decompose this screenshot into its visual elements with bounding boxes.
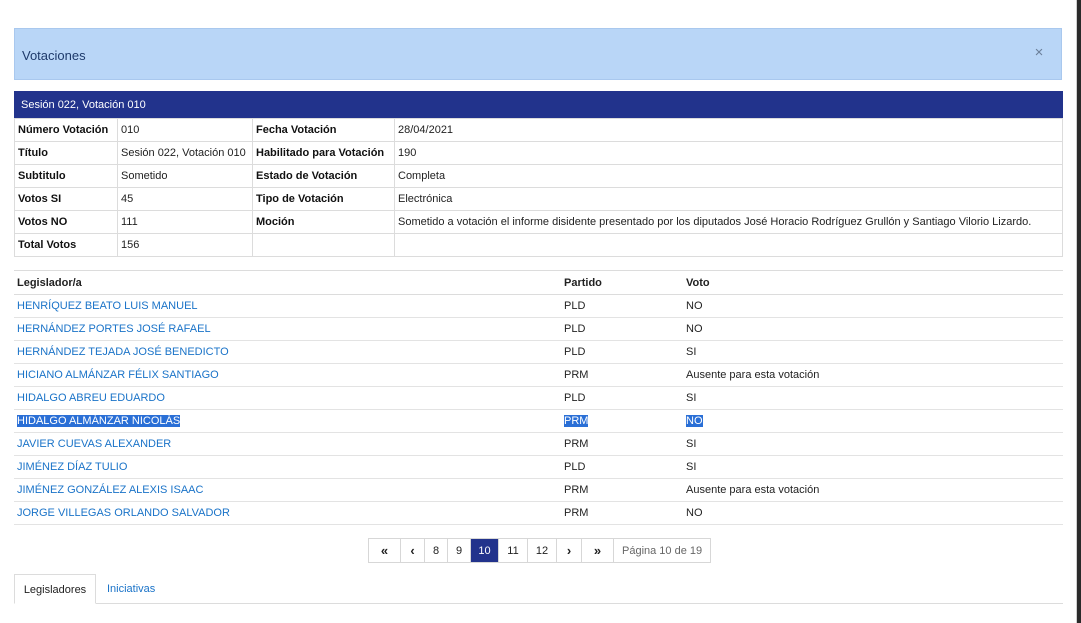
vote-cell: Ausente para esta votación xyxy=(683,478,1063,502)
legislator-link[interactable]: JORGE VILLEGAS ORLANDO SALVADOR xyxy=(17,507,230,519)
party-cell: PRM xyxy=(561,478,683,502)
vote-cell: NO xyxy=(686,415,703,427)
detail-value: 156 xyxy=(117,233,253,257)
vote-cell: NO xyxy=(683,294,1063,318)
last-page-icon[interactable]: » xyxy=(582,539,614,562)
vote-cell: SI xyxy=(683,432,1063,456)
details-row: Subtitulo Sometido Estado de Votación Co… xyxy=(14,164,1063,188)
tab-iniciativas[interactable]: Iniciativas xyxy=(107,574,155,604)
bottom-tabs: Legisladores Iniciativas xyxy=(14,574,1063,604)
detail-label: Votos NO xyxy=(14,210,118,234)
page-9-button[interactable]: 9 xyxy=(448,539,471,562)
detail-label: Votos SI xyxy=(14,187,118,211)
legislator-link[interactable]: JIMÉNEZ DÍAZ TULIO xyxy=(17,461,127,473)
modal-title: Votaciones xyxy=(22,48,86,63)
column-header-party: Partido xyxy=(561,270,683,295)
table-row: JORGE VILLEGAS ORLANDO SALVADOR PRM NO xyxy=(14,501,1063,525)
details-row: Votos SI 45 Tipo de Votación Electrónica xyxy=(14,187,1063,211)
pagination: « ‹ 8 9 10 11 12 › » Página 10 de 19 xyxy=(368,538,712,563)
legislator-link[interactable]: HERNÁNDEZ PORTES JOSÉ RAFAEL xyxy=(17,323,211,335)
detail-label: Fecha Votación xyxy=(252,118,395,142)
detail-label: Total Votos xyxy=(14,233,118,257)
details-row: Número Votación 010 Fecha Votación 28/04… xyxy=(14,118,1063,142)
table-row-selected: HIDALGO ALMÁNZAR NICOLÁS PRM NO xyxy=(14,409,1063,433)
legislator-link[interactable]: HIDALGO ABREU EDUARDO xyxy=(17,392,165,404)
vote-details-table: Número Votación 010 Fecha Votación 28/04… xyxy=(14,118,1063,257)
party-cell: PRM xyxy=(564,415,589,427)
table-row: JAVIER CUEVAS ALEXANDER PRM SI xyxy=(14,432,1063,456)
party-cell: PLD xyxy=(561,455,683,479)
party-cell: PRM xyxy=(561,432,683,456)
next-page-icon[interactable]: › xyxy=(557,539,582,562)
table-row: HIDALGO ABREU EDUARDO PLD SI xyxy=(14,386,1063,410)
modal-backdrop xyxy=(1077,0,1081,623)
legislator-link[interactable]: HERNÁNDEZ TEJADA JOSÉ BENEDICTO xyxy=(17,346,229,358)
detail-value: Completa xyxy=(394,164,1063,188)
detail-value: 190 xyxy=(394,141,1063,165)
details-row: Título Sesión 022, Votación 010 Habilita… xyxy=(14,141,1063,165)
table-row: HERNÁNDEZ TEJADA JOSÉ BENEDICTO PLD SI xyxy=(14,340,1063,364)
page-8-button[interactable]: 8 xyxy=(425,539,448,562)
detail-value: Sometido xyxy=(117,164,253,188)
table-row: JIMÉNEZ GONZÁLEZ ALEXIS ISAAC PRM Ausent… xyxy=(14,478,1063,502)
detail-value: 45 xyxy=(117,187,253,211)
vote-cell: Ausente para esta votación xyxy=(683,363,1063,387)
legislator-link[interactable]: JIMÉNEZ GONZÁLEZ ALEXIS ISAAC xyxy=(17,484,203,496)
party-cell: PRM xyxy=(561,363,683,387)
tab-legisladores[interactable]: Legisladores xyxy=(14,574,96,604)
detail-value: 010 xyxy=(117,118,253,142)
detail-label xyxy=(252,233,395,257)
detail-label: Título xyxy=(14,141,118,165)
page-12-button[interactable]: 12 xyxy=(528,539,557,562)
party-cell: PRM xyxy=(561,501,683,525)
close-icon[interactable]: × xyxy=(1031,44,1047,62)
detail-label: Tipo de Votación xyxy=(252,187,395,211)
previous-page-icon[interactable]: ‹ xyxy=(401,539,425,562)
table-row: HERNÁNDEZ PORTES JOSÉ RAFAEL PLD NO xyxy=(14,317,1063,341)
page-10-button-current[interactable]: 10 xyxy=(471,539,499,562)
detail-label: Número Votación xyxy=(14,118,118,142)
table-row: HENRÍQUEZ BEATO LUIS MANUEL PLD NO xyxy=(14,294,1063,318)
detail-value: Electrónica xyxy=(394,187,1063,211)
legislator-link[interactable]: HIDALGO ALMÁNZAR NICOLÁS xyxy=(17,415,181,427)
details-row: Votos NO 111 Moción Sometido a votación … xyxy=(14,210,1063,234)
detail-value: Sesión 022, Votación 010 xyxy=(117,141,253,165)
detail-label: Habilitado para Votación xyxy=(252,141,395,165)
page-info: Página 10 de 19 xyxy=(622,544,703,557)
session-header: Sesión 022, Votación 010 xyxy=(14,91,1063,118)
party-cell: PLD xyxy=(561,294,683,318)
votaciones-modal: Votaciones × Sesión 022, Votación 010 Nú… xyxy=(0,0,1077,623)
detail-value: 28/04/2021 xyxy=(394,118,1063,142)
detail-label: Moción xyxy=(252,210,395,234)
vote-cell: NO xyxy=(683,317,1063,341)
table-row: JIMÉNEZ DÍAZ TULIO PLD SI xyxy=(14,455,1063,479)
details-row: Total Votos 156 xyxy=(14,233,1063,257)
legislator-link[interactable]: HENRÍQUEZ BEATO LUIS MANUEL xyxy=(17,300,198,312)
legislators-header-row: Legislador/a Partido Voto xyxy=(14,270,1063,295)
legislator-link[interactable]: JAVIER CUEVAS ALEXANDER xyxy=(17,438,171,450)
vote-cell: SI xyxy=(683,340,1063,364)
column-header-legislator: Legislador/a xyxy=(14,270,561,295)
vote-cell: SI xyxy=(683,386,1063,410)
first-page-icon[interactable]: « xyxy=(369,539,401,562)
detail-label: Estado de Votación xyxy=(252,164,395,188)
detail-value: Sometido a votación el informe disidente… xyxy=(394,210,1063,234)
party-cell: PLD xyxy=(561,386,683,410)
table-row: HICIANO ALMÁNZAR FÉLIX SANTIAGO PRM Ause… xyxy=(14,363,1063,387)
vote-cell: NO xyxy=(683,501,1063,525)
legislator-link[interactable]: HICIANO ALMÁNZAR FÉLIX SANTIAGO xyxy=(17,369,219,381)
page-11-button[interactable]: 11 xyxy=(499,539,528,562)
detail-value xyxy=(394,233,1063,257)
vote-cell: SI xyxy=(683,455,1063,479)
modal-header: Votaciones × xyxy=(14,28,1062,80)
column-header-vote: Voto xyxy=(683,270,1063,295)
detail-value: 111 xyxy=(117,210,253,234)
party-cell: PLD xyxy=(561,340,683,364)
detail-label: Subtitulo xyxy=(14,164,118,188)
party-cell: PLD xyxy=(561,317,683,341)
legislators-table: Legislador/a Partido Voto HENRÍQUEZ BEAT… xyxy=(14,270,1063,525)
